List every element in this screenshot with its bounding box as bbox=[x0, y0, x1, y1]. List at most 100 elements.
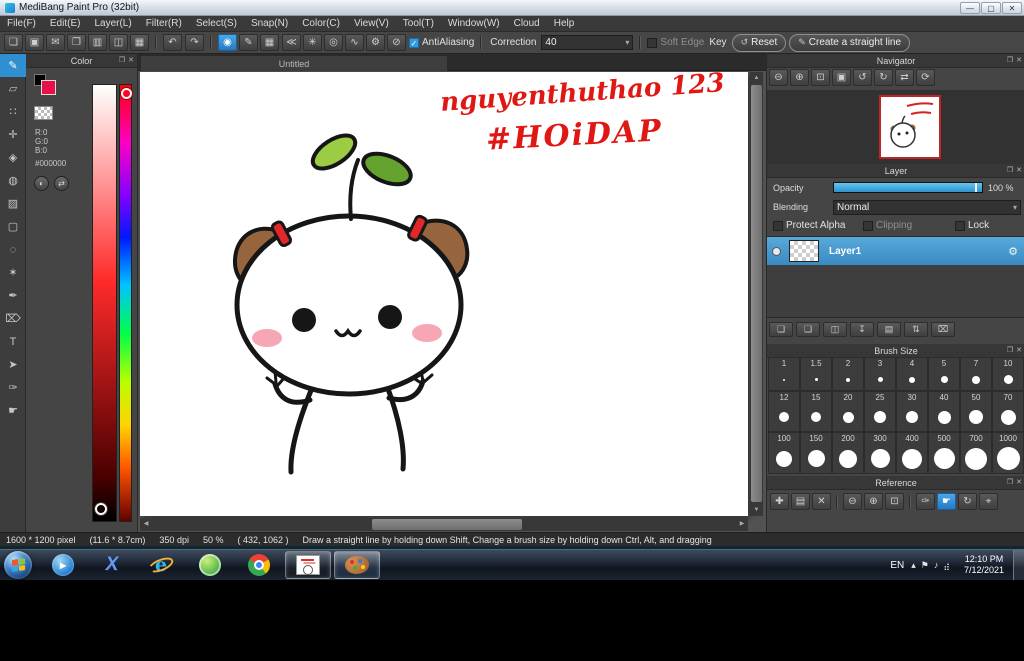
open-icon[interactable]: ❐ bbox=[67, 34, 86, 51]
color-wheel-icon[interactable]: ◐ bbox=[34, 176, 49, 191]
scroll-up-icon[interactable]: ▲ bbox=[750, 72, 763, 84]
brush-size-3[interactable]: 3 bbox=[864, 357, 896, 391]
select-pen-tool[interactable]: ✒ bbox=[0, 284, 26, 307]
layer-row[interactable]: Layer1 ⚙ bbox=[767, 237, 1024, 265]
eyedropper-tool[interactable]: ✑ bbox=[0, 376, 26, 399]
lasso-tool[interactable]: ◌ bbox=[0, 238, 26, 261]
volume-icon[interactable]: ♪ bbox=[934, 560, 939, 570]
vscroll-thumb[interactable] bbox=[751, 85, 762, 502]
vertical-scrollbar[interactable]: ▲ ▼ bbox=[750, 72, 763, 516]
menu-item[interactable]: Tool(T) bbox=[396, 16, 441, 31]
zoom-out-icon[interactable]: ⊖ bbox=[843, 493, 862, 510]
brush-size-30[interactable]: 30 bbox=[896, 391, 928, 432]
layer-visibility-dot[interactable] bbox=[772, 246, 781, 256]
brush-size-1[interactable]: 1 bbox=[768, 357, 800, 391]
scroll-right-icon[interactable]: ▶ bbox=[736, 518, 748, 531]
pin-icon[interactable]: ⌖ bbox=[979, 493, 998, 510]
hscroll-thumb[interactable] bbox=[372, 519, 522, 530]
brush-size-200[interactable]: 200 bbox=[832, 432, 864, 474]
publish-icon[interactable]: ✉ bbox=[46, 34, 65, 51]
hand-tool[interactable]: ☛ bbox=[0, 399, 26, 422]
close-icon[interactable]: ✕ bbox=[812, 493, 831, 510]
rotate-icon[interactable]: ↻ bbox=[958, 493, 977, 510]
lock-checkbox[interactable] bbox=[955, 220, 965, 231]
menu-item[interactable]: File(F) bbox=[0, 16, 43, 31]
hand-icon[interactable]: ☛ bbox=[937, 493, 956, 510]
taskbar-app-x-app[interactable]: X bbox=[89, 551, 135, 579]
export-icon[interactable]: ▥ bbox=[88, 34, 107, 51]
maximize-button[interactable]: ▢ bbox=[981, 1, 1001, 14]
zoom-out-icon[interactable]: ⊖ bbox=[769, 69, 788, 86]
menu-item[interactable]: Filter(R) bbox=[139, 16, 189, 31]
brush-size-1.5[interactable]: 1.5 bbox=[800, 357, 832, 391]
radial-snap-icon[interactable]: ◎ bbox=[324, 34, 343, 51]
pen-icon[interactable]: ✎ bbox=[239, 34, 258, 51]
add-layer-menu-icon[interactable]: ❑ bbox=[796, 322, 820, 337]
taskbar-app-chrome[interactable] bbox=[236, 551, 282, 579]
scroll-down-icon[interactable]: ▼ bbox=[750, 504, 763, 516]
rotate-ccw-icon[interactable]: ↺ bbox=[853, 69, 872, 86]
fill-tool[interactable]: ◈ bbox=[0, 146, 26, 169]
saturation-value-gradient[interactable] bbox=[92, 84, 117, 522]
taskbar-app-internet-explorer[interactable]: e bbox=[138, 551, 184, 579]
correction-select[interactable]: 40 ▾ bbox=[541, 35, 634, 50]
taskbar-clock[interactable]: 12:10 PM 7/12/2021 bbox=[955, 554, 1013, 576]
move-tool[interactable]: ✛ bbox=[0, 123, 26, 146]
open-folder-icon[interactable]: ▤ bbox=[791, 493, 810, 510]
menu-item[interactable]: Cloud bbox=[507, 16, 547, 31]
brush-size-700[interactable]: 700 bbox=[960, 432, 992, 474]
curve-snap-icon[interactable]: ∿ bbox=[345, 34, 364, 51]
duplicate-layer-icon[interactable]: ◫ bbox=[823, 322, 847, 337]
menu-item[interactable]: Snap(N) bbox=[244, 16, 295, 31]
brush-size-15[interactable]: 15 bbox=[800, 391, 832, 432]
canvas-tab[interactable]: Untitled bbox=[140, 55, 448, 71]
minimize-button[interactable]: — bbox=[960, 1, 980, 14]
new-canvas-icon[interactable]: ❏ bbox=[4, 34, 23, 51]
brush-size-10[interactable]: 10 bbox=[992, 357, 1024, 391]
brush-size-25[interactable]: 25 bbox=[864, 391, 896, 432]
antialiasing-checkbox[interactable]: ✓ bbox=[409, 37, 419, 48]
magic-wand-tool[interactable]: ✶ bbox=[0, 261, 26, 284]
eyedropper-icon[interactable]: ✑ bbox=[916, 493, 935, 510]
brush-size-40[interactable]: 40 bbox=[928, 391, 960, 432]
network-icon[interactable]: ⣴ bbox=[943, 560, 950, 571]
float-panel-icon[interactable]: ❐ bbox=[1007, 164, 1013, 177]
opacity-slider-handle[interactable] bbox=[975, 183, 977, 192]
operation-tool[interactable]: ➤ bbox=[0, 353, 26, 376]
grid-snap-icon[interactable]: ▦ bbox=[260, 34, 279, 51]
menu-item[interactable]: Select(S) bbox=[189, 16, 244, 31]
blending-select[interactable]: Normal ▾ bbox=[833, 200, 1021, 215]
create-straight-line-button[interactable]: ✎ Create a straight line bbox=[789, 33, 911, 52]
menu-item[interactable]: Edit(E) bbox=[43, 16, 88, 31]
swap-colors-icon[interactable]: ⇄ bbox=[54, 176, 69, 191]
snap-settings-icon[interactable]: ⚙ bbox=[366, 34, 385, 51]
eraser-tool[interactable]: ▱ bbox=[0, 77, 26, 100]
parallel-snap-icon[interactable]: ≪ bbox=[282, 34, 301, 51]
action-center-icon[interactable]: ⚑ bbox=[921, 560, 929, 571]
navigator-thumbnail[interactable] bbox=[879, 95, 941, 159]
protect-alpha-checkbox[interactable] bbox=[773, 220, 783, 231]
zoom-in-icon[interactable]: ⊕ bbox=[790, 69, 809, 86]
save-icon[interactable]: ▣ bbox=[25, 34, 44, 51]
clipping-checkbox[interactable] bbox=[863, 220, 873, 231]
brush-size-100[interactable]: 100 bbox=[768, 432, 800, 474]
language-indicator[interactable]: EN bbox=[883, 560, 911, 571]
horizontal-scrollbar[interactable]: ◀ ▶ bbox=[140, 518, 748, 531]
brush-size-400[interactable]: 400 bbox=[896, 432, 928, 474]
select-eraser-tool[interactable]: ⌦ bbox=[0, 307, 26, 330]
gradient-tool[interactable]: ▨ bbox=[0, 192, 26, 215]
brush-size-70[interactable]: 70 bbox=[992, 391, 1024, 432]
materials-icon[interactable]: ▦ bbox=[130, 34, 149, 51]
zoom-fit-icon[interactable]: ⊡ bbox=[811, 69, 830, 86]
start-button[interactable] bbox=[4, 551, 32, 579]
sv-handle[interactable] bbox=[95, 503, 107, 515]
close-panel-icon[interactable]: ✕ bbox=[1016, 54, 1022, 67]
text-tool[interactable]: T bbox=[0, 330, 26, 353]
transparent-swatch[interactable] bbox=[34, 106, 53, 120]
hue-handle[interactable] bbox=[121, 88, 132, 99]
menu-item[interactable]: Color(C) bbox=[295, 16, 347, 31]
add-reference-icon[interactable]: ✚ bbox=[770, 493, 789, 510]
undo-icon[interactable]: ↶ bbox=[163, 34, 182, 51]
hue-bar[interactable] bbox=[119, 84, 132, 522]
select-tool[interactable]: ▢ bbox=[0, 215, 26, 238]
